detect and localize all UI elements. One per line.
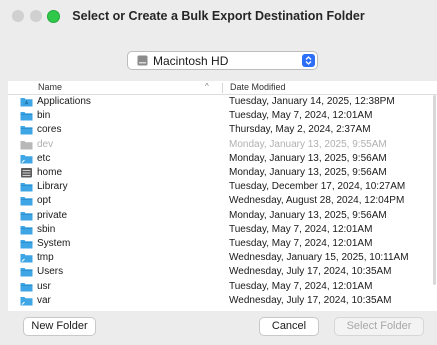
file-date-modified: Wednesday, August 28, 2024, 12:04PM (229, 195, 405, 207)
file-date-modified: Monday, January 13, 2025, 9:56AM (229, 167, 387, 178)
title-bar: Select or Create a Bulk Export Destinati… (0, 0, 437, 34)
file-name: tmp (37, 252, 54, 264)
file-date-modified: Wednesday, July 17, 2024, 10:35AM (229, 266, 392, 278)
file-row[interactable]: Users Wednesday, July 17, 2024, 10:35AM (8, 265, 428, 279)
folder-icon (20, 268, 33, 277)
file-name: var (37, 294, 51, 306)
hard-drive-icon (137, 55, 148, 66)
file-name: etc (37, 152, 51, 164)
device-icon (20, 140, 33, 150)
file-name: System (37, 238, 71, 249)
file-date-modified: Wednesday, January 15, 2025, 10:11AM (229, 252, 409, 264)
save-panel-window: Select or Create a Bulk Export Destinati… (0, 0, 437, 345)
folder-alias-icon (20, 296, 33, 306)
server-icon (21, 168, 32, 178)
file-name: cores (37, 124, 62, 136)
file-row[interactable]: etc Monday, January 13, 2025, 9:56AM (8, 152, 428, 166)
apps-folder-icon (20, 98, 33, 107)
column-divider[interactable] (222, 83, 223, 93)
file-name: sbin (37, 223, 56, 235)
file-row[interactable]: Library Tuesday, December 17, 2024, 10:27… (8, 180, 428, 194)
file-name: Applications (37, 96, 91, 107)
select-folder-button[interactable]: Select Folder (334, 317, 424, 336)
column-header: Name ^ Date Modified (8, 81, 437, 95)
file-name: bin (37, 110, 51, 122)
file-date-modified: Monday, January 13, 2025, 9:56AM (229, 209, 387, 221)
file-row[interactable]: cores Thursday, May 2, 2024, 2:37AM (8, 123, 428, 137)
file-date-modified: Tuesday, May 7, 2024, 12:01AM (229, 238, 373, 249)
file-name: dev (37, 138, 54, 150)
file-name: usr (37, 280, 51, 292)
file-name: private (37, 209, 68, 221)
file-row[interactable]: bin Tuesday, May 7, 2024, 12:01AM (8, 109, 428, 123)
file-date-modified: Thursday, May 2, 2024, 2:37AM (229, 124, 371, 136)
location-popup-label: Macintosh HD (153, 54, 229, 68)
file-date-modified: Tuesday, December 17, 2024, 10:27AM (229, 181, 406, 193)
folder-icon (20, 126, 33, 135)
folder-icon (20, 112, 33, 121)
file-date-modified: Monday, January 13, 2025, 9:56AM (229, 152, 387, 164)
folder-icon (20, 225, 33, 235)
file-row[interactable]: home Monday, January 13, 2025, 9:56AM (8, 166, 428, 180)
column-header-date-modified[interactable]: Date Modified (230, 82, 286, 92)
file-name: opt (37, 195, 51, 207)
file-date-modified: Tuesday, May 7, 2024, 12:01AM (229, 223, 373, 235)
folder-alias-icon (20, 254, 33, 263)
file-browser-list: Name ^ Date Modified Applications Tuesday… (8, 81, 437, 311)
file-row[interactable]: sbin Tuesday, May 7, 2024, 12:01AM (8, 223, 428, 237)
folder-icon (20, 282, 33, 292)
file-date-modified: Tuesday, January 14, 2025, 12:38PM (229, 96, 395, 107)
file-name: Users (37, 266, 64, 278)
file-date-modified: Tuesday, May 7, 2024, 12:01AM (229, 110, 373, 122)
file-row[interactable]: usr Tuesday, May 7, 2024, 12:01AM (8, 280, 428, 294)
file-date-modified: Tuesday, May 7, 2024, 12:01AM (229, 280, 373, 292)
file-date-modified: Monday, January 13, 2025, 9:55AM (229, 138, 387, 150)
chevron-updown-icon (302, 54, 315, 67)
folder-alias-icon (20, 154, 33, 164)
file-date-modified: Wednesday, July 17, 2024, 10:35AM (229, 294, 392, 306)
file-row[interactable]: tmp Wednesday, January 15, 2025, 10:11AM (8, 251, 428, 265)
sort-ascending-icon: ^ (205, 82, 209, 91)
file-row[interactable]: Applications Tuesday, January 14, 2025, 1… (8, 95, 428, 109)
folder-icon (20, 211, 33, 221)
folder-icon (20, 240, 33, 249)
file-row[interactable]: opt Wednesday, August 28, 2024, 12:04PM (8, 194, 428, 208)
window-title: Select or Create a Bulk Export Destinati… (72, 9, 365, 23)
cancel-button[interactable]: Cancel (259, 317, 319, 336)
file-row[interactable]: var Wednesday, July 17, 2024, 10:35AM (8, 294, 428, 308)
file-name: Library (37, 181, 68, 193)
file-row[interactable]: private Monday, January 13, 2025, 9:56AM (8, 209, 428, 223)
column-header-name[interactable]: Name (38, 82, 62, 92)
vertical-scrollbar[interactable] (433, 95, 436, 285)
folder-icon (20, 197, 33, 206)
folder-icon (20, 183, 33, 192)
bottom-bar: New Folder Cancel Select Folder (0, 311, 437, 345)
file-row[interactable]: dev Monday, January 13, 2025, 9:55AM (8, 138, 428, 152)
file-row[interactable]: System Tuesday, May 7, 2024, 12:01AM (8, 237, 428, 251)
file-name: home (37, 167, 63, 178)
new-folder-button[interactable]: New Folder (23, 317, 96, 336)
location-popup[interactable]: Macintosh HD (127, 51, 318, 70)
